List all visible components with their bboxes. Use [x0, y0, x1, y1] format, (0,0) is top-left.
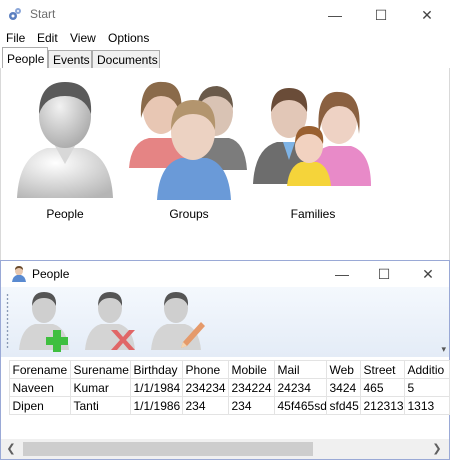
table-cell[interactable]: 1/1/1986: [129, 396, 183, 415]
maximize-icon: ☐: [377, 265, 391, 282]
table-cell[interactable]: Kumar: [69, 378, 131, 397]
scroll-right-icon[interactable]: ❯: [429, 441, 445, 457]
tab-events[interactable]: Events: [48, 50, 92, 69]
group-icon: [129, 81, 247, 200]
tab-documents[interactable]: Documents: [92, 50, 160, 69]
table-header-row: Forename Surename Birthday Phone Mobile …: [1, 360, 450, 379]
table-cell[interactable]: 234234: [181, 378, 229, 397]
table-cell[interactable]: 3424: [325, 378, 361, 397]
column-header[interactable]: Phone: [181, 360, 229, 379]
close-icon: ✕: [422, 265, 434, 282]
scroll-left-icon[interactable]: ❮: [3, 441, 19, 457]
close-icon: ✕: [421, 6, 433, 23]
menu-file[interactable]: File: [6, 31, 25, 45]
column-header[interactable]: Web: [325, 360, 361, 379]
people-table: Forename Surename Birthday Phone Mobile …: [1, 360, 450, 415]
menu-view[interactable]: View: [70, 31, 96, 45]
add-person-icon: [19, 292, 69, 352]
menu-edit[interactable]: Edit: [37, 31, 58, 45]
column-header[interactable]: Mail: [273, 360, 327, 379]
families-item[interactable]: Families: [253, 74, 373, 224]
table-cell[interactable]: 465: [359, 378, 405, 397]
column-header[interactable]: Birthday: [129, 360, 183, 379]
toolbar-grip[interactable]: [6, 293, 9, 349]
column-header[interactable]: Surename: [69, 360, 131, 379]
delete-person-icon: [85, 292, 135, 350]
people-window-title-bar: People — ☐ ✕: [1, 261, 449, 287]
maximize-icon: ☐: [374, 6, 388, 23]
maximize-button[interactable]: ☐: [358, 0, 404, 30]
person-icon: [17, 82, 113, 198]
table-cell[interactable]: 212313: [359, 396, 405, 415]
table-row[interactable]: Dipen Tanti 1/1/1986 234 234 45f465sd sf…: [1, 396, 450, 415]
table-cell[interactable]: Naveen: [8, 378, 71, 397]
table-cell[interactable]: 45f465sd: [273, 396, 327, 415]
title-bar: Start — ☐ ✕: [0, 0, 450, 30]
families-label: Families: [290, 207, 336, 221]
tab-people[interactable]: People: [2, 47, 48, 69]
table-cell[interactable]: 234: [181, 396, 229, 415]
table-cell[interactable]: 1313: [403, 396, 450, 415]
table-cell[interactable]: 24234: [273, 378, 327, 397]
scroll-thumb[interactable]: [23, 442, 313, 456]
toolbar-overflow-icon[interactable]: ▾: [441, 344, 446, 355]
table-row[interactable]: Naveen Kumar 1/1/1984 234234 234224 2423…: [1, 378, 450, 397]
column-header[interactable]: Forename: [8, 360, 71, 379]
edit-person-button[interactable]: [147, 290, 207, 352]
window-title: Start: [30, 7, 56, 21]
edit-person-icon: [151, 292, 205, 350]
column-header[interactable]: Additio: [403, 360, 450, 379]
table-cell[interactable]: Tanti: [69, 396, 131, 415]
column-header[interactable]: Mobile: [227, 360, 275, 379]
table-cell[interactable]: 234224: [227, 378, 275, 397]
groups-label: Groups: [169, 207, 209, 221]
child-close-button[interactable]: ✕: [405, 261, 450, 287]
row-header[interactable]: [1, 378, 10, 397]
people-label: People: [46, 207, 84, 221]
table-cell[interactable]: 1/1/1984: [129, 378, 183, 397]
row-header-corner: [1, 360, 10, 379]
tab-strip: People Events Documents: [0, 47, 450, 69]
gears-icon: [9, 8, 21, 20]
minimize-icon: —: [328, 7, 342, 23]
add-person-button[interactable]: [15, 290, 75, 352]
table-cell[interactable]: 5: [403, 378, 450, 397]
person-small-icon: [12, 266, 26, 282]
people-toolbar: ▾: [1, 287, 449, 357]
minimize-icon: —: [335, 266, 349, 282]
column-header[interactable]: Street: [359, 360, 405, 379]
row-header[interactable]: [1, 396, 10, 415]
menu-options[interactable]: Options: [108, 31, 149, 45]
minimize-button[interactable]: —: [312, 0, 358, 30]
people-panel: People Groups Families: [0, 68, 450, 260]
menu-bar: File Edit View Options: [0, 29, 450, 47]
delete-person-button[interactable]: [81, 290, 141, 352]
family-icon: [253, 88, 371, 186]
groups-item[interactable]: Groups: [129, 74, 249, 224]
table-cell[interactable]: Dipen: [8, 396, 71, 415]
people-window: People — ☐ ✕ ▾ Forename Surename Birthda…: [0, 260, 450, 460]
child-maximize-button[interactable]: ☐: [361, 261, 407, 287]
people-window-title: People: [32, 267, 70, 281]
horizontal-scrollbar[interactable]: ❮ ❯: [1, 439, 449, 459]
close-button[interactable]: ✕: [404, 0, 450, 30]
child-minimize-button[interactable]: —: [319, 261, 365, 287]
table-cell[interactable]: 234: [227, 396, 275, 415]
table-cell[interactable]: sfd45: [325, 396, 361, 415]
people-item[interactable]: People: [5, 74, 125, 224]
